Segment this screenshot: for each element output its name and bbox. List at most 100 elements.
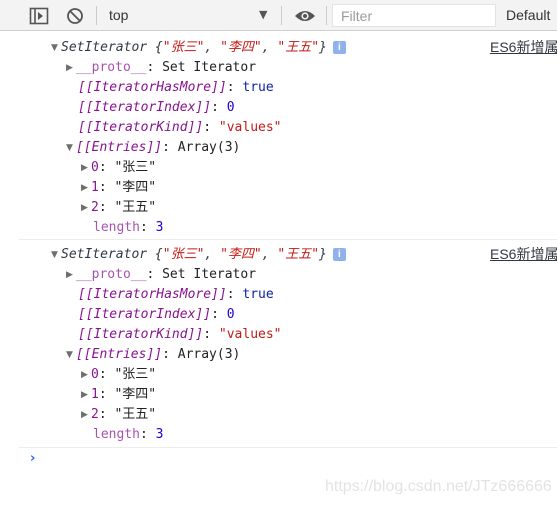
console-message: ▼ SetIterator {"张三", "李四", "王五"} i ES6新增属 … <box>19 32 557 240</box>
property-row: length: 3 <box>93 218 163 238</box>
object-class-name: SetIterator <box>61 40 148 55</box>
preview-value: "王五" <box>277 40 320 55</box>
property-value: "values" <box>218 120 282 135</box>
list-item[interactable]: ▶ 2: "王五" <box>81 198 156 218</box>
toggle-sidebar-icon[interactable] <box>28 6 50 25</box>
property-value: "values" <box>218 327 282 342</box>
property-row: [[IteratorIndex]]: 0 <box>78 305 235 325</box>
eye-icon[interactable] <box>293 6 317 25</box>
property-value: 0 <box>226 307 235 322</box>
expand-arrow-icon[interactable]: ▶ <box>81 385 91 405</box>
separator: : <box>162 140 178 155</box>
brace: { <box>154 247 163 262</box>
expand-arrow-icon[interactable]: ▼ <box>51 38 61 58</box>
object-header[interactable]: ▼ SetIterator {"张三", "李四", "王五"} i <box>51 38 346 58</box>
separator: : <box>139 427 156 442</box>
property-row: [[IteratorIndex]]: 0 <box>78 98 235 118</box>
expand-arrow-icon[interactable]: ▼ <box>66 345 76 365</box>
expand-arrow-icon[interactable]: ▼ <box>51 245 61 265</box>
property-row[interactable]: ▼ [[Entries]]: Array(3) <box>66 345 240 365</box>
property-key: 0 <box>91 367 99 382</box>
property-key: __proto__ <box>76 267 147 282</box>
list-item[interactable]: ▶ 0: "张三" <box>81 365 156 385</box>
property-value: 3 <box>155 220 164 235</box>
watermark: https://blog.csdn.net/JTz666666 <box>325 478 552 495</box>
property-row[interactable]: ▶ __proto__: Set Iterator <box>66 265 256 285</box>
property-row: [[IteratorHasMore]]: true <box>78 285 274 305</box>
list-item[interactable]: ▶ 1: "李四" <box>81 178 156 198</box>
property-key: 0 <box>91 160 99 175</box>
property-value: "王五" <box>114 200 157 215</box>
filter-input[interactable] <box>332 4 496 27</box>
property-row[interactable]: ▶ __proto__: Set Iterator <box>66 58 256 78</box>
dropdown-arrow-icon[interactable]: ▼ <box>259 8 267 21</box>
list-item[interactable]: ▶ 0: "张三" <box>81 158 156 178</box>
console-message: ▼ SetIterator {"张三", "李四", "王五"} i ES6新增属 … <box>19 240 557 448</box>
expand-arrow-icon[interactable]: ▶ <box>81 405 91 425</box>
separator: : <box>203 327 219 342</box>
separator: : <box>146 60 163 75</box>
clear-console-icon[interactable] <box>65 6 85 25</box>
separator: : <box>203 120 219 135</box>
preview-value: "王五" <box>277 247 320 262</box>
object-class-name: SetIterator <box>61 247 148 262</box>
property-row[interactable]: ▼ [[Entries]]: Array(3) <box>66 138 240 158</box>
preview-value: "李四" <box>220 247 262 262</box>
separator: , <box>204 247 221 262</box>
property-row: [[IteratorKind]]: "values" <box>78 118 282 138</box>
property-key: 2 <box>91 200 99 215</box>
separator: : <box>162 347 178 362</box>
property-value: Array(3) <box>177 347 241 362</box>
separator: : <box>211 307 227 322</box>
property-key: __proto__ <box>76 60 147 75</box>
separator: : <box>98 160 115 175</box>
property-row: length: 3 <box>93 425 163 445</box>
property-row: [[IteratorKind]]: "values" <box>78 325 282 345</box>
property-key: [[IteratorHasMore]] <box>78 80 227 95</box>
source-link[interactable]: ES6新增属 <box>490 244 557 264</box>
property-value: 0 <box>226 100 235 115</box>
property-key: [[Entries]] <box>76 140 163 155</box>
brace: { <box>154 40 163 55</box>
toolbar-divider <box>326 6 327 25</box>
separator: , <box>261 40 278 55</box>
source-link[interactable]: ES6新增属 <box>490 37 557 57</box>
console-output: ▼ SetIterator {"张三", "李四", "王五"} i ES6新增属 … <box>19 32 557 452</box>
expand-arrow-icon[interactable]: ▶ <box>81 178 91 198</box>
expand-arrow-icon[interactable]: ▼ <box>66 138 76 158</box>
toolbar-divider <box>281 6 282 25</box>
separator: : <box>98 200 115 215</box>
preview-value: "李四" <box>220 40 262 55</box>
expand-arrow-icon[interactable]: ▶ <box>66 58 76 78</box>
property-key: 2 <box>91 407 99 422</box>
expand-arrow-icon[interactable]: ▶ <box>81 365 91 385</box>
separator: , <box>261 247 278 262</box>
property-key: [[IteratorHasMore]] <box>78 287 227 302</box>
expand-arrow-icon[interactable]: ▶ <box>66 265 76 285</box>
property-value: "张三" <box>114 160 157 175</box>
log-levels-dropdown[interactable]: Default <box>506 7 550 23</box>
brace: } <box>319 247 327 262</box>
separator: : <box>139 220 156 235</box>
info-icon[interactable]: i <box>332 248 346 261</box>
property-value: true <box>242 287 274 302</box>
preview-value: "张三" <box>162 40 205 55</box>
prompt-chevron-icon[interactable]: › <box>30 451 35 466</box>
property-key: [[IteratorIndex]] <box>78 307 212 322</box>
separator: : <box>226 80 243 95</box>
property-key: 1 <box>91 180 99 195</box>
object-header[interactable]: ▼ SetIterator {"张三", "李四", "王五"} i <box>51 245 346 265</box>
list-item[interactable]: ▶ 1: "李四" <box>81 385 156 405</box>
info-icon[interactable]: i <box>332 41 346 54</box>
list-item[interactable]: ▶ 2: "王五" <box>81 405 156 425</box>
separator: , <box>204 40 221 55</box>
property-value: "李四" <box>114 387 157 402</box>
expand-arrow-icon[interactable]: ▶ <box>81 198 91 218</box>
context-selector[interactable]: top <box>109 7 128 23</box>
property-key: [[IteratorIndex]] <box>78 100 212 115</box>
separator: : <box>98 367 115 382</box>
expand-arrow-icon[interactable]: ▶ <box>81 158 91 178</box>
property-key: length <box>93 220 140 235</box>
property-value: true <box>242 80 274 95</box>
property-value: 3 <box>155 427 164 442</box>
